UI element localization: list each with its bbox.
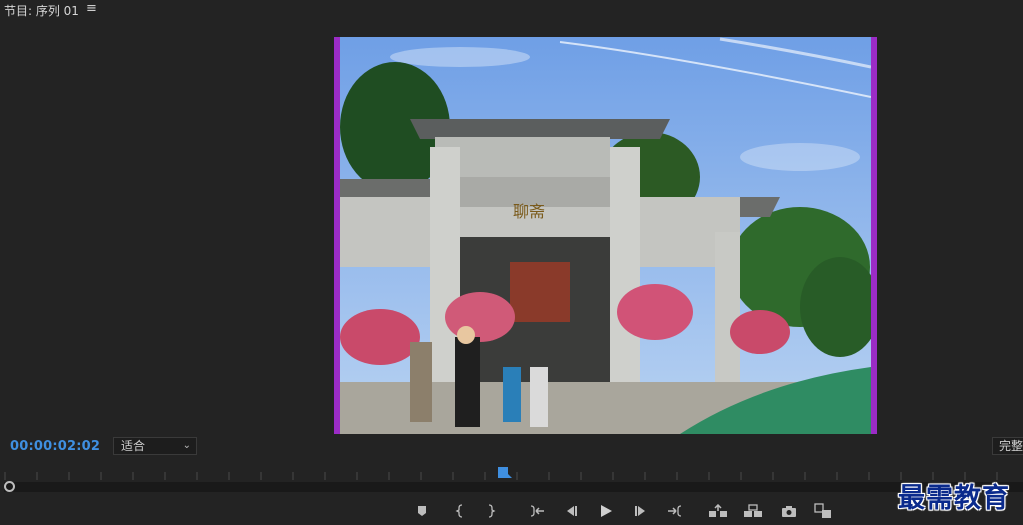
- video-frame[interactable]: 聊斋: [340, 37, 871, 434]
- mark-in-icon[interactable]: [449, 500, 471, 522]
- resolution-value: 完整: [999, 439, 1023, 453]
- camera-icon[interactable]: [778, 500, 800, 522]
- playback-resolution-dropdown[interactable]: 完整: [992, 437, 1023, 455]
- step-back-icon[interactable]: [560, 500, 582, 522]
- transport-controls: [0, 498, 1023, 524]
- playhead-marker[interactable]: [497, 466, 515, 480]
- scrub-bar[interactable]: [4, 482, 1023, 492]
- program-monitor-frame: 聊斋: [334, 37, 877, 434]
- zoom-scroll-handle[interactable]: [4, 481, 15, 492]
- zoom-level-value: 适合: [121, 439, 146, 453]
- archway-inscription: 聊斋: [513, 202, 545, 221]
- current-timecode[interactable]: 00:00:02:02: [10, 439, 100, 454]
- step-forward-icon[interactable]: [630, 500, 652, 522]
- lift-icon[interactable]: [707, 500, 729, 522]
- mark-out-icon[interactable]: [480, 500, 502, 522]
- panel-title[interactable]: 节目: 序列 01: [4, 2, 79, 19]
- extract-icon[interactable]: [742, 500, 764, 522]
- zoom-level-dropdown[interactable]: 适合 ⌄: [113, 437, 197, 455]
- play-icon[interactable]: [595, 500, 617, 522]
- go-to-out-icon[interactable]: [664, 500, 686, 522]
- comparison-icon[interactable]: [812, 500, 834, 522]
- hamburger-menu-icon[interactable]: ≡: [86, 1, 97, 16]
- marker-icon[interactable]: [411, 500, 433, 522]
- go-to-in-icon[interactable]: [526, 500, 548, 522]
- watermark-logo: 最需教育: [898, 483, 1010, 514]
- chevron-down-icon: ⌄: [182, 440, 191, 451]
- panel-header: 节目: 序列 01 ≡: [0, 0, 1023, 20]
